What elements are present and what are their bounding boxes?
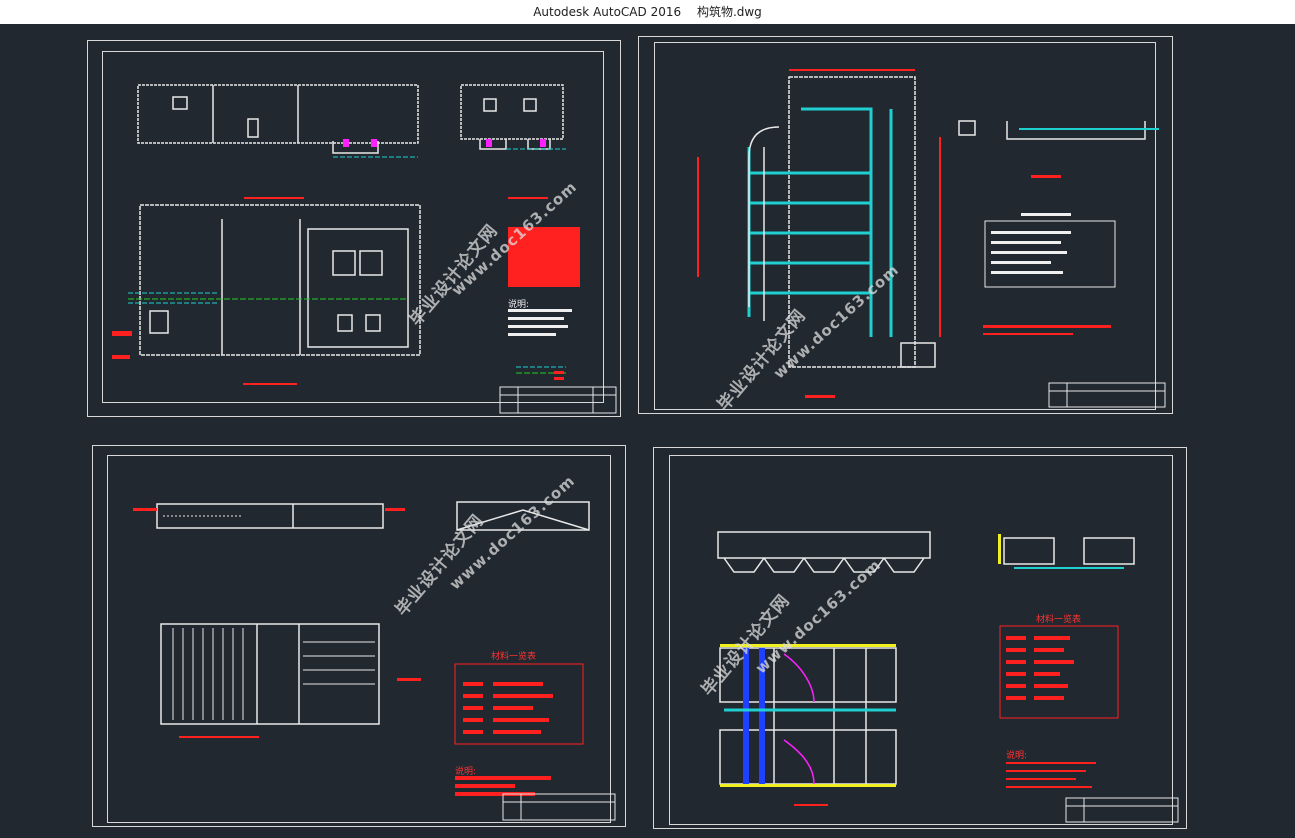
sheet-1-frame[interactable]: 说明: [87, 40, 621, 417]
sheet-2-frame[interactable] [638, 36, 1173, 414]
window-title-bar: Autodesk AutoCAD 2016 构筑物.dwg [0, 0, 1295, 24]
sheet-3-notes-label: 说明: [455, 767, 477, 777]
sheet-1-notes-label: 说明: [508, 300, 530, 310]
file-name: 构筑物.dwg [696, 5, 762, 19]
sheet-4-table-title: 材料一览表 [1036, 615, 1082, 625]
sheet-4-notes-label: 说明: [1006, 751, 1028, 761]
drawing-canvas[interactable]: 说明: 材料一览表 说明: 材料一览表 说明: 毕业设计论文网 www.doc1… [0, 24, 1295, 838]
sheet-1-drawing [112, 84, 617, 414]
sheet-3-table-title: 材料一览表 [491, 652, 537, 662]
app-title: Autodesk AutoCAD 2016 [533, 5, 682, 19]
sheet-2-drawing [697, 69, 1166, 408]
